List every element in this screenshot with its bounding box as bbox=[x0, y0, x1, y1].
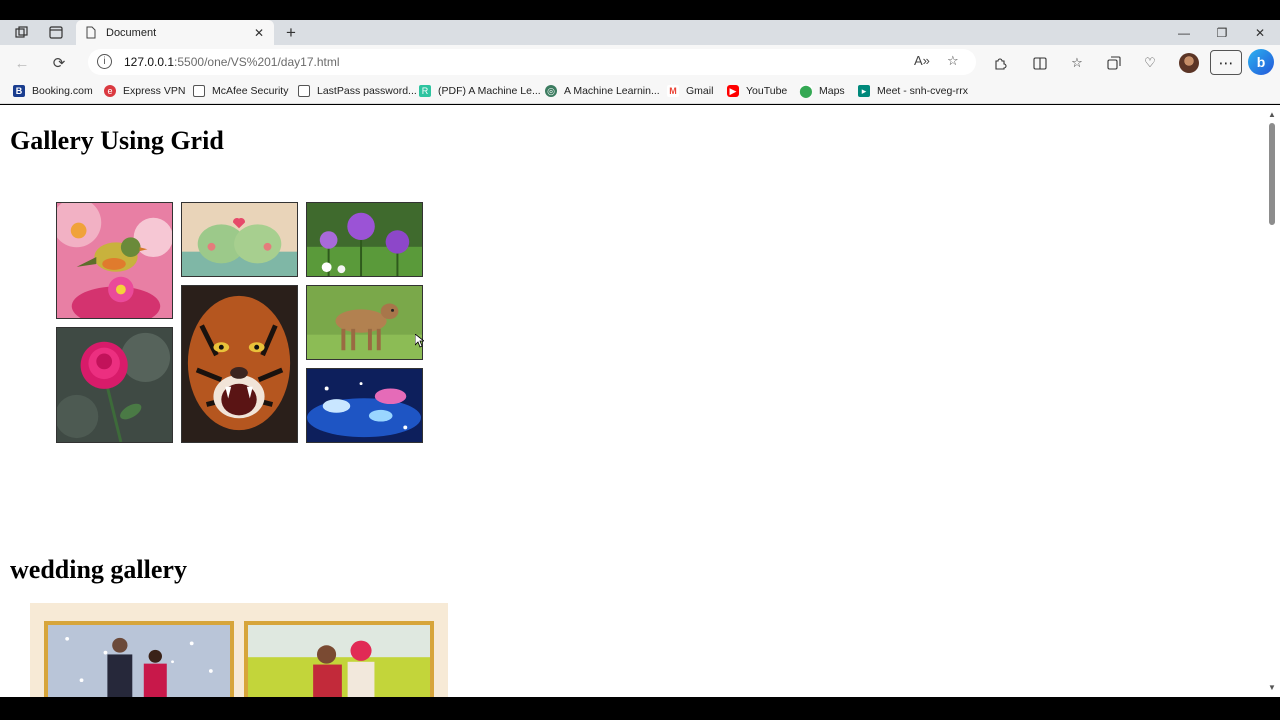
purple-alliums-image bbox=[306, 202, 423, 277]
bottom-black-bar bbox=[0, 697, 1280, 720]
address-bar[interactable]: i 127.0.0.1:5500/one/VS%201/day17.html A… bbox=[88, 49, 976, 75]
workspaces-icon[interactable] bbox=[4, 20, 40, 45]
meet-icon: ▸ bbox=[858, 85, 870, 97]
page-scrollbar[interactable]: ▲ ▼ bbox=[1264, 105, 1280, 697]
youtube-icon: ▶ bbox=[727, 85, 739, 97]
globe-icon: ◎ bbox=[545, 85, 557, 97]
glowing-fish-image bbox=[306, 368, 423, 443]
bookmark-booking[interactable]: B Booking.com bbox=[13, 85, 93, 97]
bookmark-maps[interactable]: ⬤ Maps bbox=[799, 84, 844, 98]
site-info-icon[interactable]: i bbox=[97, 54, 112, 69]
mouse-cursor-icon bbox=[415, 334, 424, 348]
bookmarks-bar: B Booking.com e Express VPN McAfee Securit… bbox=[0, 80, 1280, 104]
bookmark-pdf-machine-learning[interactable]: R (PDF) A Machine Le... bbox=[419, 85, 541, 97]
browser-toolbar: ← ⟳ i 127.0.0.1:5500/one/VS%201/day17.ht… bbox=[0, 45, 1280, 80]
page-icon bbox=[193, 85, 205, 97]
scrollbar-thumb[interactable] bbox=[1269, 123, 1275, 225]
wedding-gallery-container bbox=[30, 603, 448, 697]
back-arrow-icon[interactable]: ← bbox=[10, 51, 34, 75]
bookmark-gmail[interactable]: M Gmail bbox=[667, 85, 713, 97]
bookmark-meet[interactable]: ▸ Meet - snh-cveg-rrx bbox=[858, 85, 968, 97]
tab-title: Document bbox=[106, 26, 157, 39]
page-content: Gallery Using Grid wedding gallery bbox=[0, 105, 1264, 697]
scroll-down-arrow-icon[interactable]: ▼ bbox=[1268, 683, 1276, 692]
more-options-button[interactable]: ⋯ bbox=[1210, 50, 1242, 75]
maps-pin-icon: ⬤ bbox=[799, 84, 813, 98]
couple-in-field-image bbox=[244, 621, 434, 697]
read-aloud-icon[interactable]: A» bbox=[914, 53, 930, 68]
new-tab-button[interactable]: + bbox=[280, 20, 302, 45]
wedding-gallery-heading: wedding gallery bbox=[10, 555, 187, 584]
bookmark-machine-learning[interactable]: ◎ A Machine Learnin... bbox=[545, 85, 660, 97]
reload-icon[interactable]: ⟳ bbox=[47, 51, 71, 75]
tiger-roaring-image bbox=[181, 285, 298, 443]
copilot-icon[interactable]: b bbox=[1248, 49, 1274, 75]
url-text: 127.0.0.1:5500/one/VS%201/day17.html bbox=[124, 55, 340, 69]
minimize-icon[interactable]: — bbox=[1165, 20, 1203, 45]
tab-actions-icon[interactable] bbox=[38, 20, 74, 45]
collections-icon[interactable] bbox=[1104, 53, 1124, 73]
gmail-icon: M bbox=[667, 85, 679, 97]
split-screen-icon[interactable] bbox=[1030, 53, 1050, 73]
booking-icon: B bbox=[13, 85, 25, 97]
researchgate-icon: R bbox=[419, 85, 431, 97]
kissing-birds-image bbox=[181, 202, 298, 277]
couple-in-snow-image bbox=[44, 621, 234, 697]
close-window-icon[interactable]: ✕ bbox=[1241, 20, 1279, 45]
bookmark-lastpass[interactable]: LastPass password... bbox=[298, 85, 417, 97]
extensions-icon[interactable] bbox=[990, 53, 1010, 73]
profile-avatar[interactable] bbox=[1179, 53, 1199, 73]
calf-on-grass-image bbox=[306, 285, 423, 360]
bookmark-expressvpn[interactable]: e Express VPN bbox=[104, 85, 185, 97]
page-icon bbox=[86, 26, 96, 39]
favorites-icon[interactable]: ☆ bbox=[1067, 53, 1087, 73]
bookmark-youtube[interactable]: ▶ YouTube bbox=[727, 85, 787, 97]
expressvpn-icon: e bbox=[104, 85, 116, 97]
bird-on-flower-image bbox=[56, 202, 173, 319]
bookmark-mcafee[interactable]: McAfee Security bbox=[193, 85, 288, 97]
restore-icon[interactable]: ❐ bbox=[1203, 20, 1241, 45]
tab-document[interactable]: Document ✕ bbox=[76, 20, 274, 45]
tab-close-icon[interactable]: ✕ bbox=[254, 26, 264, 40]
pink-rose-image bbox=[56, 327, 173, 443]
tab-bar: Document ✕ + — ❐ ✕ bbox=[0, 20, 1280, 45]
gallery-heading: Gallery Using Grid bbox=[10, 126, 224, 155]
browser-essentials-icon[interactable]: ♡ bbox=[1140, 53, 1160, 73]
scroll-up-arrow-icon[interactable]: ▲ bbox=[1268, 110, 1276, 119]
favorite-star-icon[interactable]: ☆ bbox=[947, 53, 959, 69]
page-icon bbox=[298, 85, 310, 97]
